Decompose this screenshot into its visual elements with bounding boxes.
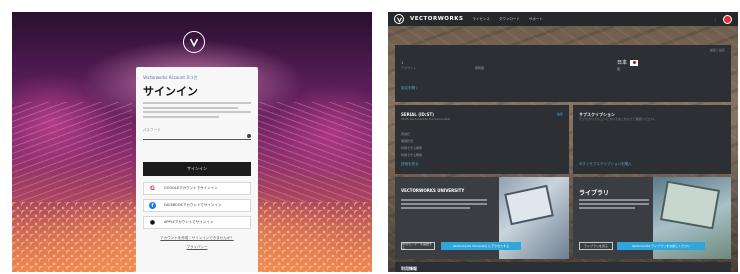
open-settings-link[interactable]: 設定を開く (401, 86, 419, 91)
arena-stands-left (12, 102, 132, 202)
serial-subtitle: 2025 Vectorworks Fundamentals (401, 117, 451, 121)
apple-button-label: APPLEアカウントでサインイン (164, 220, 214, 224)
account-label: アカウント (401, 66, 417, 70)
country-label: 国 (617, 67, 621, 71)
dashboard-screen: VECTORWORKS ライセンス ダウンロード サポート ⋮ 編集と設定 1 … (388, 12, 738, 272)
library-title: ライブラリ (579, 190, 610, 197)
account-owner: 所有者 (475, 66, 485, 70)
password-label: パスワード (143, 128, 161, 132)
serial-row: 有効日 (401, 132, 411, 136)
vectorworks-logo-icon (183, 31, 205, 53)
signin-screen: Vectorworks Account 로그인 サインイン パスワード サインイ… (12, 12, 372, 272)
university-access-button[interactable]: Vectorworks University にアクセスする (441, 242, 521, 250)
serial-panel: SERIAL (ID:ST) 2025 Vectorworks Fundamen… (395, 105, 569, 174)
serial-details-link[interactable]: 詳細を見る (401, 162, 419, 167)
google-button-label: GOOGLEアカウントでサインイン (164, 186, 218, 190)
nav-downloads[interactable]: ダウンロード (499, 17, 520, 22)
apple-signin-button[interactable]: ● APPLEアカウントでサインイン (143, 216, 251, 229)
facebook-icon: f (149, 202, 156, 209)
library-view-button[interactable]: ライブラリを見る (579, 242, 613, 250)
country-name: 日本 (617, 60, 628, 66)
library-card: ライブラリ ライブラリを見る Vectorworks ライブラリをお試しください (573, 177, 731, 259)
account-id: 1 (401, 61, 404, 65)
serial-row: 利用できる場所 (401, 146, 422, 150)
university-description (401, 199, 487, 211)
privacy-link[interactable]: プライバシー (143, 245, 251, 250)
facebook-signin-button[interactable]: f FACEBOOKアカウントでサインイン (143, 199, 251, 212)
google-icon: G (150, 185, 155, 192)
country: 日本 (617, 59, 639, 66)
university-start-button[interactable]: 学習センターを開始する (401, 242, 435, 250)
password-field[interactable] (143, 133, 251, 140)
more-icon[interactable]: ⋮ (713, 17, 717, 22)
account-settings-link[interactable]: 編集と設定 (710, 48, 725, 52)
google-signin-button[interactable]: G GOOGLEアカウントでサインイン (143, 182, 251, 195)
library-description (579, 199, 649, 211)
vectorworks-logo-icon[interactable] (394, 14, 404, 24)
serial-edit-link[interactable]: 編集 (557, 112, 563, 116)
subscription-subtitle: サブスクリプションについてはこちらでご確認ください。 (579, 117, 657, 121)
japan-flag-icon (630, 59, 639, 66)
account-panel: 編集と設定 1 アカウント 所有者 日本 国 設定を開く (395, 45, 731, 102)
usage-panel: 利用情報 (395, 262, 731, 272)
nav-support[interactable]: サポート (529, 17, 543, 22)
serial-row: 使用状況 (401, 139, 414, 143)
brand-name: VECTORWORKS (410, 16, 464, 22)
signin-button[interactable]: サインイン (143, 162, 251, 176)
avatar[interactable] (723, 14, 732, 24)
signin-card: Vectorworks Account 로그인 サインイン パスワード サインイ… (136, 67, 258, 272)
signin-description (143, 102, 251, 124)
subscription-panel: サブスクリプション サブスクリプションについてはこちらでご確認ください。 今すぐ… (573, 105, 731, 174)
nav-licenses[interactable]: ライセンス (472, 17, 489, 22)
eye-icon[interactable] (247, 134, 251, 138)
top-nav: VECTORWORKS ライセンス ダウンロード サポート ⋮ (388, 12, 738, 26)
library-try-button[interactable]: Vectorworks ライブラリをお試しください (617, 242, 705, 250)
usage-title: 利用情報 (401, 266, 417, 271)
account-link[interactable]: Vectorworks Account 로그인 (143, 75, 251, 80)
facebook-button-label: FACEBOOKアカウントでサインイン (164, 203, 222, 207)
footer-links[interactable]: アカウントを作成｜サインインできませんか？ (143, 236, 251, 241)
signin-title: サインイン (143, 85, 198, 98)
arena-stands-right (252, 102, 372, 202)
subscription-buy-link[interactable]: 今すぐサブスクリプションを購入 (579, 162, 632, 167)
university-card: VECTORWORKS UNIVERSITY 学習センターを開始する Vecto… (395, 177, 569, 259)
university-title: VECTORWORKS UNIVERSITY (401, 188, 465, 193)
serial-row: 利用できる時間 (401, 153, 422, 157)
apple-icon: ● (149, 219, 156, 226)
